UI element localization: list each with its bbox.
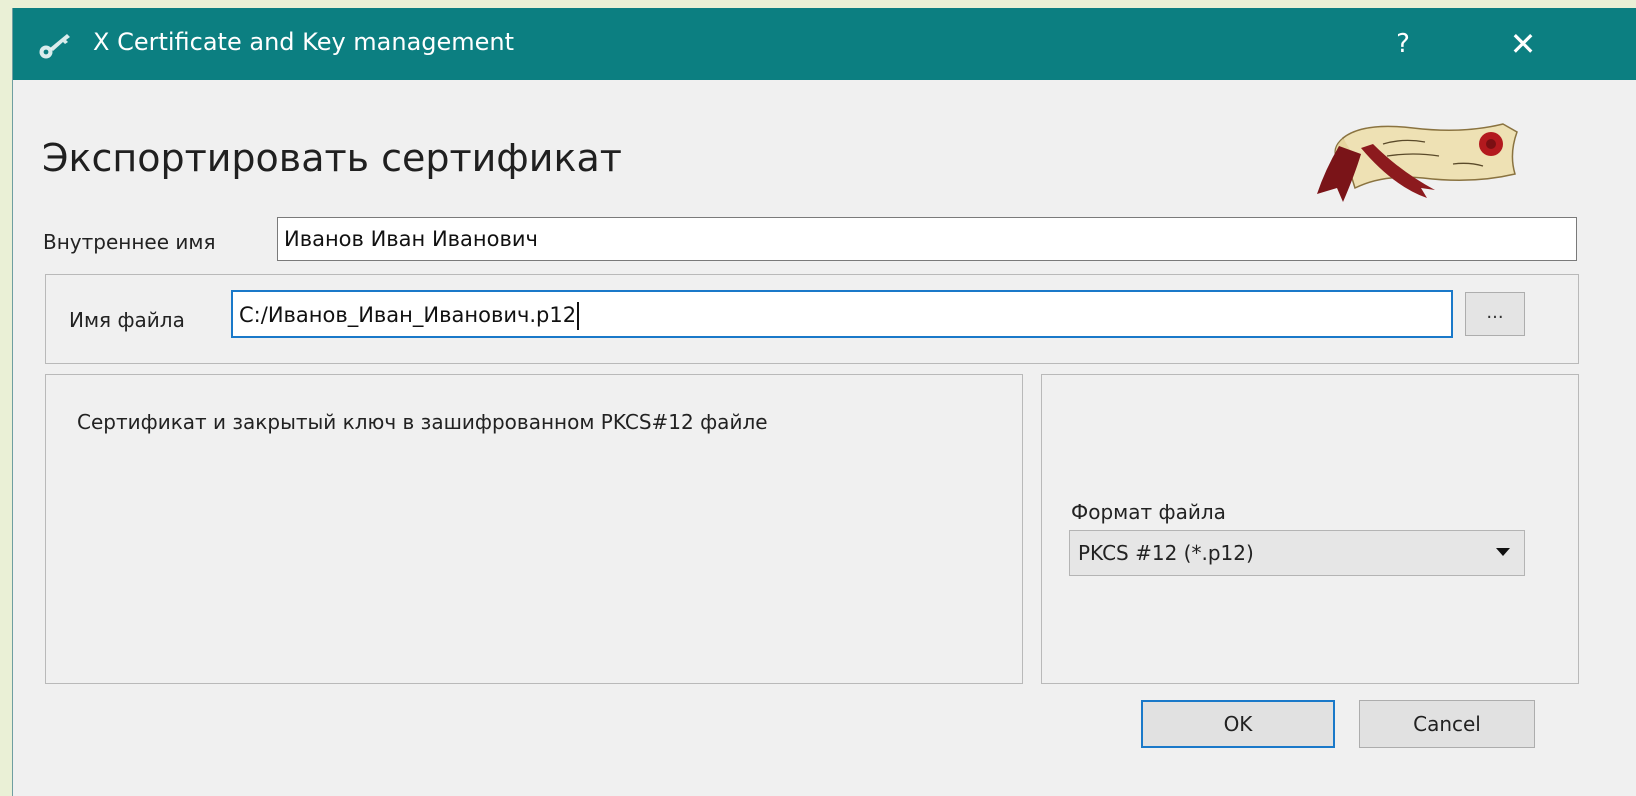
title-bar[interactable]: X Certificate and Key management ? ✕ (13, 8, 1636, 80)
key-icon (39, 34, 70, 59)
help-button[interactable]: ? (1373, 18, 1433, 70)
dialog-window: X Certificate and Key management ? ✕ Экс… (12, 8, 1636, 796)
internal-name-input[interactable]: Иванов Иван Иванович (277, 217, 1577, 261)
file-name-value: C:/Иванов_Иван_Иванович.p12 (239, 303, 577, 327)
browse-button[interactable]: ... (1465, 292, 1525, 336)
file-format-value: PKCS #12 (*.p12) (1078, 541, 1254, 565)
file-name-input[interactable]: C:/Иванов_Иван_Иванович.p12 (231, 290, 1453, 338)
internal-name-label: Внутреннее имя (43, 230, 216, 254)
file-format-select[interactable]: PKCS #12 (*.p12) (1069, 530, 1525, 576)
certificate-scroll-logo (1317, 123, 1518, 202)
text-cursor (577, 302, 580, 330)
close-button[interactable]: ✕ (1491, 18, 1555, 70)
format-description: Сертификат и закрытый ключ в зашифрованн… (77, 410, 768, 434)
file-format-label: Формат файла (1071, 500, 1226, 524)
page-title: Экспортировать сертификат (42, 136, 622, 180)
file-name-label: Имя файла (69, 308, 185, 332)
window-title: X Certificate and Key management (93, 28, 515, 56)
ok-button[interactable]: OK (1141, 700, 1335, 748)
cancel-button[interactable]: Cancel (1359, 700, 1535, 748)
file-format-group (1041, 374, 1579, 684)
chevron-down-icon (1496, 548, 1510, 556)
